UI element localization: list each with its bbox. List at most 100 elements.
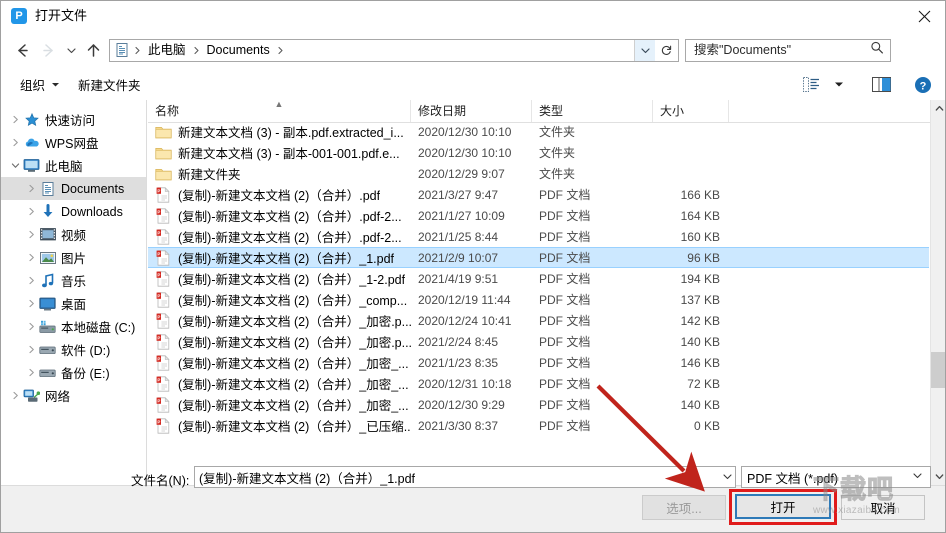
forward-arrow-icon[interactable] xyxy=(35,37,61,63)
view-options-chevron-down-icon[interactable] xyxy=(825,73,853,97)
chevron-right-icon[interactable] xyxy=(23,200,39,223)
breadcrumb-separator xyxy=(275,46,286,55)
sidebar-item-7[interactable]: 音乐 xyxy=(1,269,146,292)
chevron-right-icon[interactable] xyxy=(23,223,39,246)
address-bar[interactable]: 此电脑 Documents xyxy=(109,38,679,62)
recent-locations-chevron-down-icon[interactable] xyxy=(61,37,81,63)
table-row[interactable]: 新建文件夹 2020/12/29 9:07 文件夹 xyxy=(148,163,929,184)
sidebar-item-10[interactable]: 软件 (D:) xyxy=(1,338,146,361)
dialog-body: 快速访问 WPS网盘 此电脑 Documents Downloads 视频 图片 音乐桌面本地… xyxy=(1,100,945,485)
cell-modified-date: 2020/12/29 9:07 xyxy=(418,166,505,181)
options-button[interactable]: 选项... xyxy=(642,495,726,520)
sidebar-item-11[interactable]: 备份 (E:) xyxy=(1,361,146,384)
filetype-dropdown[interactable]: PDF 文档 (*.pdf) xyxy=(741,466,931,488)
refresh-icon[interactable] xyxy=(655,40,678,61)
table-row[interactable]: P (复制)-新建文本文档 (2)（合并）_已压缩... 2021/3/30 8:3… xyxy=(148,415,929,436)
column-header-name-label: 名称 xyxy=(155,104,180,118)
chevron-right-icon[interactable] xyxy=(23,361,39,384)
chevron-right-icon[interactable] xyxy=(7,131,23,154)
cell-size: 142 KB xyxy=(680,313,720,328)
cell-type: PDF 文档 xyxy=(539,272,591,286)
column-header-date[interactable]: 修改日期 xyxy=(411,100,532,122)
cell-size: 137 KB xyxy=(680,292,720,307)
scrollbar-thumb[interactable] xyxy=(931,352,945,388)
chevron-right-icon[interactable] xyxy=(7,384,23,407)
cell-modified-date: 2021/4/19 9:51 xyxy=(418,271,499,286)
cancel-button[interactable]: 取消 xyxy=(841,495,925,520)
up-arrow-icon[interactable] xyxy=(81,37,105,63)
chevron-right-icon[interactable] xyxy=(23,246,39,269)
drive-icon xyxy=(39,364,56,381)
chevron-right-icon[interactable] xyxy=(23,177,39,200)
chevron-right-icon[interactable] xyxy=(23,269,39,292)
column-header-size[interactable]: 大小 xyxy=(653,100,729,122)
pictures-icon xyxy=(39,249,56,266)
file-name: (复制)-新建文本文档 (2)（合并）_1-2.pdf xyxy=(178,273,406,287)
sidebar-item-5[interactable]: 视频 xyxy=(1,223,146,246)
column-header-type[interactable]: 类型 xyxy=(532,100,653,122)
sidebar-item-4[interactable]: Downloads xyxy=(1,200,146,223)
address-chevron-down-icon[interactable] xyxy=(634,39,655,61)
chevron-right-icon[interactable] xyxy=(23,315,39,338)
cell-size: 146 KB xyxy=(680,355,720,370)
table-row[interactable]: P (复制)-新建文本文档 (2)（合并）.pdf-2... 2021/1/27 1… xyxy=(148,205,929,226)
sidebar-item-label: 桌面 xyxy=(61,298,87,312)
new-folder-button[interactable]: 新建文件夹 xyxy=(69,73,150,97)
sidebar-item-8[interactable]: 桌面 xyxy=(1,292,146,315)
cell-name: P (复制)-新建文本文档 (2)（合并）.pdf-2... xyxy=(148,206,411,225)
organize-button[interactable]: 组织 xyxy=(11,73,69,97)
chevron-right-icon[interactable] xyxy=(23,338,39,361)
table-row[interactable]: P (复制)-新建文本文档 (2)（合并）.pdf-2... 2021/1/25 8… xyxy=(148,226,929,247)
sidebar-item-1[interactable]: WPS网盘 xyxy=(1,131,146,154)
table-row[interactable]: 新建文本文档 (3) - 副本-001-001.pdf.e... 2020/12/… xyxy=(148,142,929,163)
cell-type: PDF 文档 xyxy=(539,293,591,307)
open-button[interactable]: 打开 xyxy=(735,494,831,519)
system-drive-icon xyxy=(39,318,56,335)
table-row[interactable]: P (复制)-新建文本文档 (2)（合并）_加密_... 2020/12/30 9:… xyxy=(148,394,929,415)
preview-pane-icon[interactable] xyxy=(867,73,895,97)
chevron-right-icon[interactable] xyxy=(7,108,23,131)
list-view-icon[interactable] xyxy=(797,73,825,97)
table-row[interactable]: P (复制)-新建文本文档 (2)（合并）.pdf 2021/3/27 9:47 PD… xyxy=(148,184,929,205)
table-row[interactable]: P (复制)-新建文本文档 (2)（合并）_加密.p... 2020/12/24 1… xyxy=(148,310,929,331)
table-row[interactable]: P (复制)-新建文本文档 (2)（合并）_加密.p... 2021/2/24 8:… xyxy=(148,331,929,352)
scroll-up-chevron-up-icon[interactable] xyxy=(931,100,945,117)
chevron-down-icon[interactable] xyxy=(7,154,23,177)
sidebar-item-3[interactable]: Documents xyxy=(1,177,146,200)
svg-text:P: P xyxy=(157,314,160,319)
sidebar-item-12[interactable]: 网络 xyxy=(1,384,146,407)
breadcrumb-item-1[interactable]: Documents xyxy=(202,40,275,61)
column-header-name[interactable]: ▲ 名称 xyxy=(148,100,411,122)
pdf-icon: P xyxy=(155,312,172,329)
table-row[interactable]: P (复制)-新建文本文档 (2)（合并）_1.pdf 2021/2/9 10:07… xyxy=(148,247,929,268)
back-arrow-icon[interactable] xyxy=(9,37,35,63)
table-row[interactable]: P (复制)-新建文本文档 (2)（合并）_加密_... 2021/1/23 8:3… xyxy=(148,352,929,373)
cell-size: 194 KB xyxy=(680,271,720,286)
sidebar-item-0[interactable]: 快速访问 xyxy=(1,108,146,131)
vertical-scrollbar[interactable] xyxy=(930,100,945,485)
close-icon[interactable] xyxy=(901,1,945,31)
sidebar-item-9[interactable]: 本地磁盘 (C:) xyxy=(1,315,146,338)
breadcrumb-item-0[interactable]: 此电脑 xyxy=(143,40,191,61)
cell-modified-date: 2020/12/24 10:41 xyxy=(418,313,512,328)
sidebar-item-label: Documents xyxy=(61,181,125,196)
cell-size: 96 KB xyxy=(687,250,720,265)
chevron-right-icon[interactable] xyxy=(23,292,39,315)
filename-input[interactable] xyxy=(194,466,736,488)
scroll-down-chevron-down-icon[interactable] xyxy=(931,468,945,485)
filename-chevron-down-icon[interactable] xyxy=(722,466,733,486)
sidebar-item-6[interactable]: 图片 xyxy=(1,246,146,269)
cell-type: PDF 文档 xyxy=(539,356,591,370)
help-icon[interactable]: ? xyxy=(909,73,937,97)
table-row[interactable]: 新建文本文档 (3) - 副本.pdf.extracted_i... 2020/1… xyxy=(148,122,929,142)
cell-modified-date: 2021/3/27 9:47 xyxy=(418,187,499,202)
search-input[interactable]: 搜索"Documents" xyxy=(685,38,891,62)
svg-text:P: P xyxy=(157,293,160,298)
cell-name: P (复制)-新建文本文档 (2)（合并）_comp... xyxy=(148,290,411,309)
table-row[interactable]: P (复制)-新建文本文档 (2)（合并）_comp... 2020/12/19 1… xyxy=(148,289,929,310)
table-row[interactable]: P (复制)-新建文本文档 (2)（合并）_1-2.pdf 2021/4/19 9:… xyxy=(148,268,929,289)
table-row[interactable]: P (复制)-新建文本文档 (2)（合并）_加密_... 2020/12/31 10… xyxy=(148,373,929,394)
sidebar-item-2[interactable]: 此电脑 xyxy=(1,154,146,177)
pdf-icon: P xyxy=(155,270,172,287)
navigation-pane: 快速访问 WPS网盘 此电脑 Documents Downloads 视频 图片 音乐桌面本地… xyxy=(1,100,147,485)
